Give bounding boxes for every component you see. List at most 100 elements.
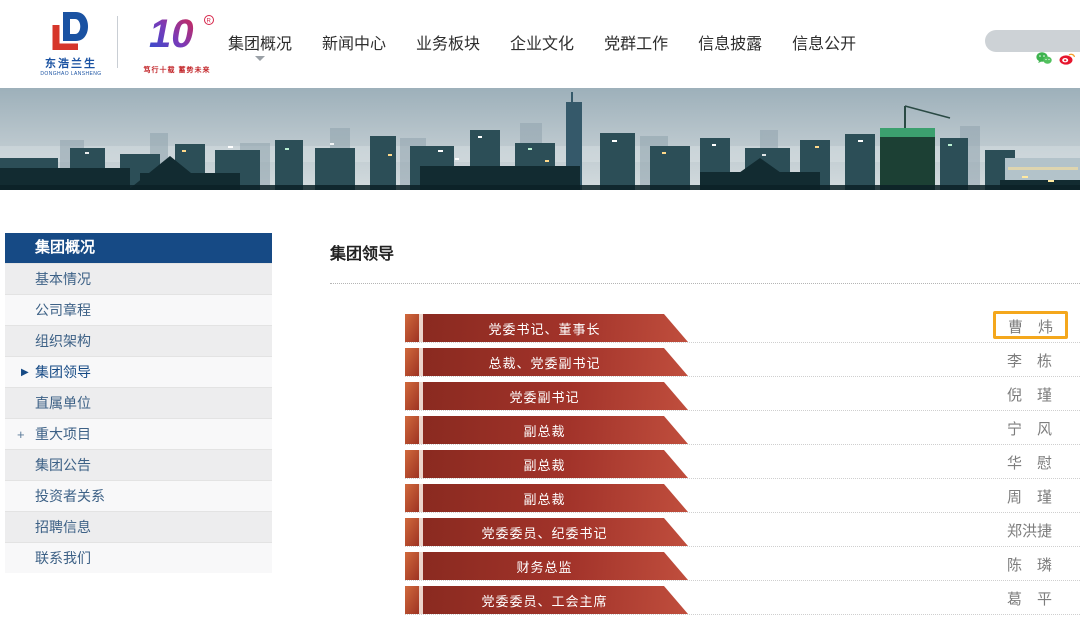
d-logo-icon: [48, 10, 94, 50]
sidebar-item-label: 联系我们: [35, 550, 91, 566]
search-input[interactable]: [985, 30, 1080, 52]
ribbon-accent-block: [405, 518, 419, 546]
sidebar-item[interactable]: 基本情况: [5, 263, 272, 294]
ribbon-accent-block: [405, 450, 419, 478]
leader-row[interactable]: 党委委员、纪委书记 郑洪捷: [330, 518, 1080, 552]
sidebar-item-label: 招聘信息: [35, 519, 91, 535]
nav-item[interactable]: 信息公开: [792, 30, 856, 68]
row-divider: [405, 478, 1080, 479]
nav-item[interactable]: 新闻中心: [322, 30, 386, 68]
leader-row[interactable]: 总裁、党委副书记 李 栋: [330, 348, 1080, 382]
sidebar-item[interactable]: 招聘信息: [5, 511, 272, 542]
row-divider: [405, 376, 1080, 377]
title-divider: [330, 283, 1080, 284]
leader-name[interactable]: 郑洪捷: [1007, 518, 1052, 546]
anniversary-10-icon: 10 R: [135, 10, 219, 60]
leader-row[interactable]: 副总裁 华 慰: [330, 450, 1080, 484]
leader-row[interactable]: 党委委员、工会主席 葛 平: [330, 586, 1080, 620]
leaders-list: 党委书记、董事长 曹 炜 总裁、党委副书记 李 栋 党委副书记 倪 瑾 副总裁 …: [330, 314, 1080, 620]
row-divider: [405, 512, 1080, 513]
leader-title: 党委委员、工会主席: [423, 586, 688, 614]
leader-name[interactable]: 陈 璘: [1007, 552, 1052, 580]
nav-item-label: 党群工作: [604, 36, 668, 53]
sidebar-item[interactable]: ▶ 集团领导: [5, 356, 272, 387]
leader-name[interactable]: 倪 瑾: [1007, 382, 1052, 410]
sidebar-item[interactable]: + 重大项目: [5, 418, 272, 449]
ribbon-gap: [419, 348, 423, 376]
ribbon-accent-block: [405, 484, 419, 512]
sidebar-item[interactable]: 直属单位: [5, 387, 272, 418]
sidebar-item-label: 重大项目: [35, 426, 91, 442]
leader-title-ribbon: 总裁、党委副书记: [405, 348, 688, 376]
leader-title-ribbon: 副总裁: [405, 484, 688, 512]
leader-title: 党委委员、纪委书记: [423, 518, 688, 546]
ribbon-accent-block: [405, 552, 419, 580]
sidebar-item[interactable]: 公司章程: [5, 294, 272, 325]
chevron-down-icon: [255, 56, 265, 66]
leader-row[interactable]: 副总裁 宁 风: [330, 416, 1080, 450]
sidebar-item-label: 公司章程: [35, 302, 91, 318]
leader-title: 党委副书记: [423, 382, 688, 410]
leader-name[interactable]: 华 慰: [1007, 450, 1052, 478]
leader-title-ribbon: 党委委员、工会主席: [405, 586, 688, 614]
anniversary-logo: 10 R 笃行十载 蓄势未来: [131, 10, 223, 75]
sidebar-item-label: 集团公告: [35, 457, 91, 473]
nav-item-label: 信息披露: [698, 36, 762, 53]
sidebar-item[interactable]: 组织架构: [5, 325, 272, 356]
leader-title-ribbon: 财务总监: [405, 552, 688, 580]
banner-image: [0, 88, 1080, 190]
brand-logo: 东浩兰生 DONGHAO LANSHENG: [38, 10, 104, 77]
brand-name: 东浩兰生: [38, 55, 104, 71]
leader-title: 财务总监: [423, 552, 688, 580]
sidebar-item-label: 直属单位: [35, 395, 91, 411]
nav-item-label: 新闻中心: [322, 36, 386, 53]
sidebar-item[interactable]: 联系我们: [5, 542, 272, 573]
weibo-icon[interactable]: [1059, 52, 1075, 65]
logo-divider: [117, 16, 118, 68]
anniversary-slogan: 笃行十载 蓄势未来: [131, 65, 223, 75]
leader-title-ribbon: 党委委员、纪委书记: [405, 518, 688, 546]
ribbon-accent-block: [405, 348, 419, 376]
row-divider: [405, 546, 1080, 547]
wechat-icon[interactable]: [1036, 52, 1052, 65]
sidebar-item[interactable]: 投资者关系: [5, 480, 272, 511]
nav-item[interactable]: 信息披露: [698, 30, 762, 68]
svg-text:10: 10: [149, 12, 194, 56]
row-divider: [405, 614, 1080, 615]
leader-row[interactable]: 副总裁 周 瑾: [330, 484, 1080, 518]
svg-text:R: R: [207, 19, 212, 25]
nav-item-label: 业务板块: [416, 36, 480, 53]
leader-row[interactable]: 党委书记、董事长 曹 炜: [330, 314, 1080, 348]
leader-title-ribbon: 党委书记、董事长: [405, 314, 688, 342]
sidebar: 集团概况 基本情况 公司章程 组织架构 ▶ 集团领导 直属单位 + 重大项目 集…: [5, 233, 272, 573]
sidebar-item-label: 集团领导: [35, 364, 91, 380]
ribbon-gap: [419, 416, 423, 444]
leader-name[interactable]: 周 瑾: [1007, 484, 1052, 512]
nav-item[interactable]: 集团概况: [228, 30, 292, 68]
ribbon-accent-block: [405, 314, 419, 342]
nav-item[interactable]: 企业文化: [510, 30, 574, 68]
leader-title: 副总裁: [423, 416, 688, 444]
logo[interactable]: 东浩兰生 DONGHAO LANSHENG 10 R 笃行十载 蓄势未来: [38, 10, 223, 77]
row-divider: [405, 444, 1080, 445]
nav-item-label: 集团概况: [228, 36, 292, 53]
active-arrow-icon: ▶: [21, 357, 29, 388]
sns-links: [1036, 52, 1075, 65]
sidebar-item[interactable]: 集团公告: [5, 449, 272, 480]
ribbon-gap: [419, 586, 423, 614]
leader-title: 党委书记、董事长: [423, 314, 688, 342]
leader-row[interactable]: 党委副书记 倪 瑾: [330, 382, 1080, 416]
leader-name[interactable]: 宁 风: [1007, 416, 1052, 444]
leader-title-ribbon: 副总裁: [405, 450, 688, 478]
leader-name[interactable]: 葛 平: [1007, 586, 1052, 614]
nav-item[interactable]: 党群工作: [604, 30, 668, 68]
ribbon-gap: [419, 450, 423, 478]
nav-item-label: 信息公开: [792, 36, 856, 53]
nav-item[interactable]: 业务板块: [416, 30, 480, 68]
leader-name[interactable]: 李 栋: [1007, 348, 1052, 376]
sidebar-header[interactable]: 集团概况: [5, 233, 272, 263]
top-bar: 东浩兰生 DONGHAO LANSHENG 10 R 笃行十载 蓄势未来 集团概…: [0, 0, 1080, 88]
ribbon-accent-block: [405, 586, 419, 614]
leader-row[interactable]: 财务总监 陈 璘: [330, 552, 1080, 586]
leader-name[interactable]: 曹 炜: [993, 311, 1068, 339]
